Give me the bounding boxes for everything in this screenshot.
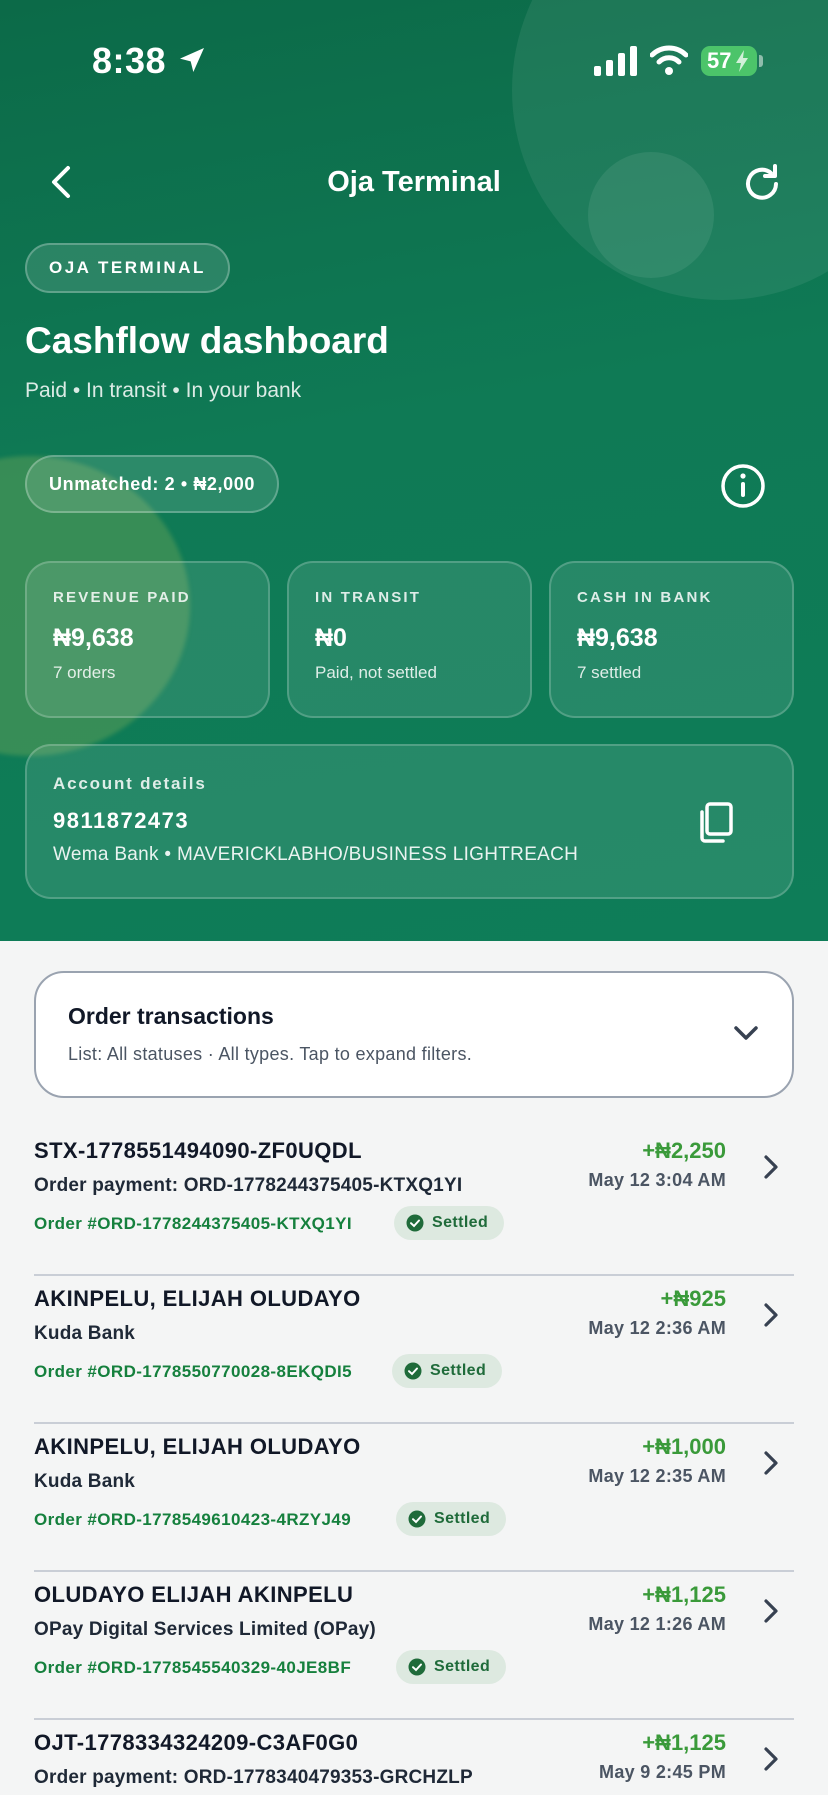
- stat-card-bank: CASH IN BANK ₦9,638 7 settled: [549, 561, 794, 718]
- stat-sub: 7 settled: [577, 663, 642, 682]
- transaction-order-link[interactable]: Order #ORD-1778545540329-40JE8BF: [34, 1658, 351, 1678]
- account-details-card: Account details 9811872473 Wema Bank • M…: [25, 744, 794, 899]
- check-badge-icon: [408, 1510, 426, 1528]
- chevron-right-icon[interactable]: [758, 1594, 784, 1628]
- check-badge-icon: [404, 1362, 422, 1380]
- transaction-row[interactable]: OLUDAYO ELIJAH AKINPELU OPay Digital Ser…: [34, 1572, 794, 1720]
- stat-value: ₦9,638: [577, 624, 658, 652]
- nav-bar: Oja Terminal: [0, 150, 828, 216]
- transaction-name: STX-1778551494090-ZF0UQDL: [34, 1138, 362, 1163]
- check-badge-icon: [408, 1658, 426, 1676]
- brand-tag: OJA TERMINAL: [25, 243, 230, 293]
- transaction-amount: +₦2,250: [642, 1138, 726, 1163]
- transaction-name: AKINPELU, ELIJAH OLUDAYO: [34, 1434, 361, 1459]
- battery-tip: [759, 55, 763, 67]
- stat-value: ₦9,638: [53, 624, 134, 652]
- charging-bolt-icon: [736, 50, 748, 72]
- chevron-right-icon[interactable]: [758, 1742, 784, 1776]
- status-badge: Settled: [394, 1206, 505, 1240]
- account-label: Account details: [53, 774, 207, 793]
- status-time: 8:38: [92, 40, 167, 81]
- unmatched-button[interactable]: Unmatched: 2 • ₦2,000: [25, 455, 279, 513]
- status-badge-label: Settled: [430, 1362, 487, 1379]
- wifi-icon: [650, 45, 688, 75]
- chevron-right-icon[interactable]: [758, 1298, 784, 1332]
- stat-sub: 7 orders: [53, 663, 116, 682]
- status-badge-label: Settled: [432, 1214, 489, 1231]
- transaction-desc: OPay Digital Services Limited (OPay): [34, 1619, 376, 1640]
- dashboard-subtitle: Paid • In transit • In your bank: [25, 379, 302, 402]
- filter-title: Order transactions: [68, 1003, 274, 1029]
- account-number: 9811872473: [53, 808, 190, 833]
- status-badge: Settled: [396, 1650, 507, 1684]
- account-bank: Wema Bank • MAVERICKLABHO/BUSINESS LIGHT…: [53, 844, 579, 865]
- transaction-name: OLUDAYO ELIJAH AKINPELU: [34, 1582, 354, 1607]
- transaction-row[interactable]: AKINPELU, ELIJAH OLUDAYO Kuda Bank Order…: [34, 1276, 794, 1424]
- transaction-date: May 12 3:04 AM: [588, 1170, 726, 1190]
- transaction-desc: Order payment: ORD-1778244375405-KTXQ1YI: [34, 1175, 463, 1196]
- transaction-amount: +₦1,125: [642, 1730, 726, 1755]
- transaction-amount: +₦1,125: [642, 1582, 726, 1607]
- stat-card-transit: IN TRANSIT ₦0 Paid, not settled: [287, 561, 532, 718]
- transaction-order-link[interactable]: Order #ORD-1778550770028-8EKQDI5: [34, 1362, 352, 1382]
- check-badge-icon: [406, 1214, 424, 1232]
- status-bar: 8:38 57: [0, 0, 828, 120]
- battery-level: 57: [707, 48, 732, 73]
- filter-subtitle: List: All statuses · All types. Tap to e…: [68, 1044, 473, 1064]
- status-badge-label: Settled: [434, 1510, 491, 1527]
- location-arrow-icon: [180, 48, 204, 72]
- transaction-order-link[interactable]: Order #ORD-1778244375405-KTXQ1YI: [34, 1214, 352, 1234]
- transaction-date: May 12 2:35 AM: [588, 1466, 726, 1486]
- transaction-amount: +₦1,000: [642, 1434, 726, 1459]
- stat-value: ₦0: [315, 624, 347, 652]
- chevron-right-icon[interactable]: [758, 1150, 784, 1184]
- transaction-date: May 12 2:36 AM: [588, 1318, 726, 1338]
- refresh-icon[interactable]: [738, 160, 786, 208]
- stat-card-revenue: REVENUE PAID ₦9,638 7 orders: [25, 561, 270, 718]
- battery-indicator: 57: [701, 46, 757, 76]
- status-badge-label: Settled: [434, 1658, 491, 1675]
- transaction-date: May 12 1:26 AM: [588, 1614, 726, 1634]
- info-icon[interactable]: [720, 463, 766, 509]
- transaction-name: OJT-1778334324209-C3AF0G0: [34, 1730, 359, 1755]
- transaction-date: May 9 2:45 PM: [599, 1762, 726, 1782]
- stat-label: IN TRANSIT: [315, 589, 422, 606]
- transaction-name: AKINPELU, ELIJAH OLUDAYO: [34, 1286, 361, 1311]
- cellular-signal-icon: [594, 46, 637, 76]
- stat-sub: Paid, not settled: [315, 663, 437, 682]
- transaction-row[interactable]: STX-1778551494090-ZF0UQDL Order payment:…: [34, 1128, 794, 1276]
- stat-label: CASH IN BANK: [577, 589, 713, 606]
- dashboard-title: Cashflow dashboard: [25, 320, 389, 361]
- transaction-row[interactable]: AKINPELU, ELIJAH OLUDAYO Kuda Bank Order…: [34, 1424, 794, 1572]
- transaction-desc: Kuda Bank: [34, 1323, 136, 1344]
- transaction-order-link[interactable]: Order #ORD-1778549610423-4RZYJ49: [34, 1510, 351, 1530]
- copy-icon[interactable]: [693, 798, 741, 846]
- hero-header: 8:38 57 Oja Terminal OJA TERMINAL Cashfl…: [0, 0, 828, 941]
- status-badge: Settled: [392, 1354, 503, 1388]
- page-title: Oja Terminal: [327, 166, 501, 198]
- transaction-list: STX-1778551494090-ZF0UQDL Order payment:…: [34, 1128, 794, 1795]
- transaction-desc: Order payment: ORD-1778340479353-GRCHZLP: [34, 1767, 473, 1788]
- status-badge: Settled: [396, 1502, 507, 1536]
- filter-card[interactable]: Order transactions List: All statuses · …: [34, 971, 794, 1098]
- chevron-down-icon[interactable]: [728, 1015, 764, 1051]
- transaction-row[interactable]: OJT-1778334324209-C3AF0G0 Order payment:…: [34, 1720, 794, 1795]
- transaction-amount: +₦925: [660, 1286, 726, 1311]
- transaction-desc: Kuda Bank: [34, 1471, 136, 1492]
- stat-label: REVENUE PAID: [53, 589, 191, 606]
- chevron-right-icon[interactable]: [758, 1446, 784, 1480]
